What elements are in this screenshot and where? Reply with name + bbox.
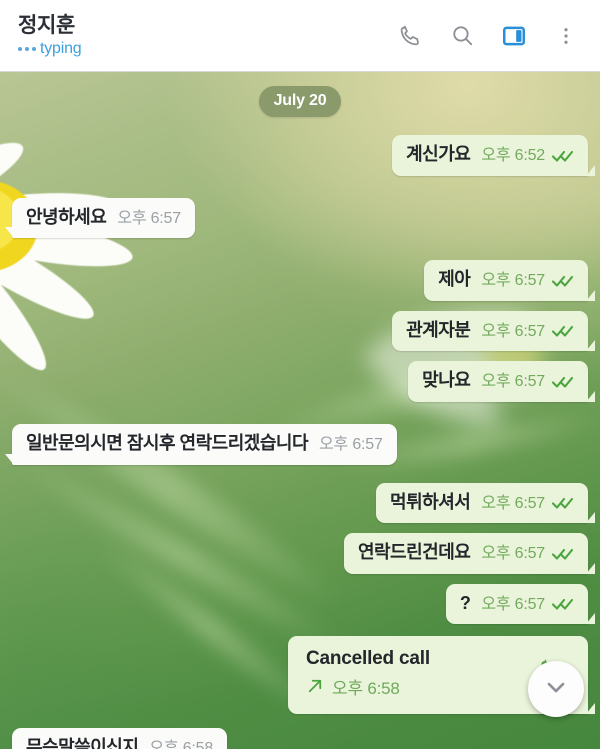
message-bubble-outgoing[interactable]: 맞나요 오후 6:57 [408,361,595,402]
message-text: 먹튀하셔서 [390,491,471,512]
call-log-subline: 오후 6:58 [306,677,430,701]
message-meta: 오후 6:57 [481,372,574,391]
double-check-icon [551,324,574,338]
message-row: 계신가요 오후 6:52 [12,135,595,176]
message-text: 제아 [438,269,471,290]
scroll-to-bottom-button[interactable] [528,661,584,717]
chat-scroll-area[interactable]: July 20 계신가요 오후 6:52 안녕하세요 오후 6:57 제아 오후… [0,72,600,749]
date-divider: July 20 [258,86,342,117]
message-text: 연락드린건데요 [357,542,471,563]
call-log-time: 오후 6:58 [332,678,400,698]
double-check-icon [551,149,574,163]
message-row: 연락드린건데요 오후 6:57 [12,533,596,574]
message-bubble-outgoing[interactable]: 연락드린건데요 오후 6:57 [343,533,596,574]
message-text: 계신가요 [406,144,471,164]
message-row: ? 오후 6:57 [12,583,596,625]
message-row: 무슨말씀이신지 오후 6:58 [12,727,588,749]
message-text: ? [459,592,471,613]
date-divider-row: July 20 [12,86,588,117]
message-text: 무슨말씀이신지 [26,736,139,749]
contact-info[interactable]: 정지훈 typing [18,14,396,57]
message-meta: 오후 6:57 [481,271,574,290]
message-text: 일반문의시면 잠시후 연락드리겠습니다 [26,432,309,453]
contact-name: 정지훈 [18,13,76,37]
kebab-menu-icon [555,25,577,47]
phone-icon [398,23,423,48]
header-actions [396,22,580,50]
message-time: 오후 6:57 [481,272,545,290]
message-row: Cancelled call 오후 6:58 [12,636,595,715]
call-button[interactable] [396,22,424,50]
message-bubble-outgoing[interactable]: 관계자분 오후 6:57 [392,310,595,352]
message-bubble-outgoing[interactable]: 먹튀하셔서 오후 6:57 [376,482,595,524]
arrow-up-right-icon [306,677,324,701]
call-log-body: Cancelled call 오후 6:58 [306,648,430,700]
message-time: 오후 6:57 [481,373,545,391]
double-check-icon [551,496,574,510]
message-meta: 오후 6:58 [149,739,213,749]
message-text: 관계자분 [406,319,471,340]
message-row: 일반문의시면 잠시후 연락드리겠습니다 오후 6:57 [5,423,588,465]
message-row: 안녕하세요 오후 6:57 [5,197,588,239]
chat-header: 정지훈 typing [0,0,600,72]
message-meta: 오후 6:57 [481,595,574,614]
call-log-title: Cancelled call [306,648,430,670]
message-time: 오후 6:57 [319,435,383,453]
message-row: 먹튀하셔서 오후 6:57 [12,482,595,524]
message-row: 맞나요 오후 6:57 [12,361,595,402]
panel-toggle-button[interactable] [500,22,528,50]
double-check-icon [551,597,574,611]
message-meta: 오후 6:52 [481,146,574,165]
message-meta: 오후 6:57 [481,322,574,341]
message-bubble-outgoing[interactable]: 계신가요 오후 6:52 [392,135,595,176]
message-time: 오후 6:57 [117,209,181,227]
message-time: 오후 6:52 [481,147,545,164]
double-check-icon [551,274,574,288]
message-row: 제아 오후 6:57 [12,260,595,301]
chevron-down-icon [542,673,570,706]
more-options-button[interactable] [552,22,580,50]
message-bubble-incoming[interactable]: 일반문의시면 잠시후 연락드리겠습니다 오후 6:57 [5,423,397,465]
message-meta: 오후 6:57 [117,209,181,228]
message-text: 안녕하세요 [26,206,107,227]
message-meta: 오후 6:57 [319,435,383,454]
message-list: July 20 계신가요 오후 6:52 안녕하세요 오후 6:57 제아 오후… [0,72,600,749]
status-label: typing [40,40,82,58]
message-meta: 오후 6:57 [481,494,574,513]
search-button[interactable] [448,22,476,50]
message-bubble-incoming[interactable]: 안녕하세요 오후 6:57 [5,197,195,239]
chat-app-window: 정지훈 typing July 20 계신가요 오후 6:52 안녕하세요 오후… [0,0,600,749]
typing-dots-icon [18,47,36,52]
sidebar-panel-icon [501,23,527,49]
message-bubble-incoming[interactable]: 무슨말씀이신지 오후 6:58 [12,727,228,749]
message-time: 오후 6:57 [481,322,545,340]
message-row: 관계자분 오후 6:57 [12,310,595,352]
message-time: 오후 6:57 [481,595,545,613]
message-text: 맞나요 [422,370,471,391]
message-time: 오후 6:58 [149,739,214,749]
double-check-icon [551,375,574,389]
message-bubble-outgoing[interactable]: 제아 오후 6:57 [424,260,595,301]
search-icon [450,23,475,48]
message-meta: 오후 6:57 [481,544,574,563]
double-check-icon [551,547,574,561]
message-bubble-outgoing[interactable]: ? 오후 6:57 [445,583,596,625]
typing-status: typing [18,41,396,57]
message-time: 오후 6:57 [481,545,545,563]
message-time: 오후 6:57 [481,494,545,512]
